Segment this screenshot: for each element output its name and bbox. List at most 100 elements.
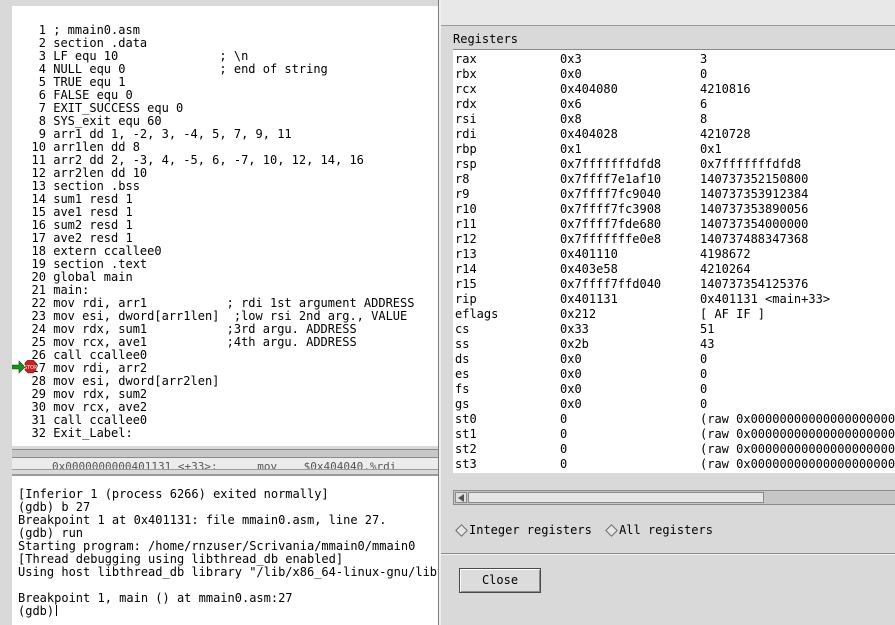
divider <box>441 553 895 555</box>
register-row[interactable]: rdi 0x404028 4210728 <box>453 127 895 142</box>
register-name: rdi <box>455 127 477 141</box>
register-hex-value: 0x1 <box>560 142 582 156</box>
register-row[interactable]: st0 0 (raw 0x00000000000000000000) <box>453 412 895 427</box>
console-prompt[interactable]: (gdb) <box>18 604 58 618</box>
register-natural-value: 140737352150800 <box>700 172 809 186</box>
register-name: rsi <box>455 112 477 126</box>
assembly-line: 0x0000000000401131 <+33>: mov $0x404040,… <box>52 460 397 470</box>
register-row[interactable]: r12 0x7fffffffe0e8 140737488347368 <box>453 232 895 247</box>
register-row[interactable]: cs 0x33 51 <box>453 322 895 337</box>
text-cursor <box>56 605 58 616</box>
registers-horizontal-scrollbar[interactable] <box>453 490 895 505</box>
register-hex-value: 0x7fffffffe0e8 <box>560 232 662 246</box>
register-hex-value: 0x404028 <box>560 127 618 141</box>
register-hex-value: 0 <box>560 412 568 426</box>
gdb-console[interactable]: [Inferior 1 (process 6266) exited normal… <box>12 474 440 625</box>
register-row[interactable]: r13 0x401110 4198672 <box>453 247 895 262</box>
register-name: gs <box>455 397 470 411</box>
register-row[interactable]: r14 0x403e58 4210264 <box>453 262 895 277</box>
source-line[interactable]: 32 Exit_Label: <box>12 427 133 440</box>
register-hex-value: 0x7ffff7fc9040 <box>560 187 662 201</box>
register-natural-value: 4210264 <box>700 262 751 276</box>
register-natural-value: 6 <box>700 97 708 111</box>
register-natural-value: 140737354125376 <box>700 277 809 291</box>
register-natural-value: (raw 0x00000000000000000000) <box>700 427 895 441</box>
register-row[interactable]: r11 0x7ffff7fde680 140737354000000 <box>453 217 895 232</box>
register-row[interactable]: r10 0x7ffff7fc3908 140737353890056 <box>453 202 895 217</box>
registers-titlebar[interactable] <box>441 0 895 26</box>
register-row[interactable]: st1 0 (raw 0x00000000000000000000) <box>453 427 895 442</box>
register-name: rip <box>455 292 477 306</box>
register-hex-value: 0x0 <box>560 67 582 81</box>
source-scrollbar[interactable] <box>12 449 440 458</box>
register-hex-value: 0x7fffffffdfd8 <box>560 157 662 171</box>
register-name: rcx <box>455 82 477 96</box>
line-number: 32 <box>31 426 46 440</box>
register-row[interactable]: rax 0x3 3 <box>453 52 895 67</box>
registers-title: Registers <box>453 32 519 46</box>
register-row[interactable]: fs 0x0 0 <box>453 382 895 397</box>
register-name: rdx <box>455 97 477 111</box>
register-name: eflags <box>455 307 499 321</box>
register-row[interactable]: rsi 0x8 8 <box>453 112 895 127</box>
register-hex-value: 0x6 <box>560 97 582 111</box>
register-row[interactable]: rdx 0x6 6 <box>453 97 895 112</box>
assembly-pane[interactable]: 0x0000000000401131 <+33>: mov $0x404040,… <box>12 458 440 470</box>
register-name: r15 <box>455 277 477 291</box>
register-natural-value: 0 <box>700 367 708 381</box>
register-row[interactable]: r15 0x7ffff7ffd040 140737354125376 <box>453 277 895 292</box>
breakpoint-badge-text: STOP <box>24 365 37 371</box>
register-name: st0 <box>455 412 477 426</box>
register-natural-value: 0x401131 <main+33> <box>700 292 831 306</box>
register-row[interactable]: gs 0x0 0 <box>453 397 895 412</box>
register-row[interactable]: r8 0x7ffff7e1af10 140737352150800 <box>453 172 895 187</box>
breakpoint-stop-icon[interactable]: STOP <box>12 360 40 374</box>
register-row[interactable]: st2 0 (raw 0x00000000000000000000) <box>453 442 895 457</box>
register-hex-value: 0x401131 <box>560 292 618 306</box>
register-name: rsp <box>455 157 477 171</box>
scroll-left-arrow-icon[interactable] <box>455 492 467 503</box>
register-hex-value: 0x8 <box>560 112 582 126</box>
register-natural-value: 43 <box>700 337 715 351</box>
register-name: r8 <box>455 172 470 186</box>
radio-integer-registers[interactable]: Integer registers <box>455 522 592 538</box>
register-row[interactable]: eflags 0x212 [ AF IF ] <box>453 307 895 322</box>
register-natural-value: (raw 0x00000000000000000000) <box>700 442 895 456</box>
register-hex-value: 0x7ffff7ffd040 <box>560 277 662 291</box>
register-row[interactable]: r9 0x7ffff7fc9040 140737353912384 <box>453 187 895 202</box>
register-row[interactable]: rcx 0x404080 4210816 <box>453 82 895 97</box>
registers-table[interactable]: rax 0x3 3 rbx 0x0 0 rcx 0x404080 4210816 rdx 0x6 6 r… <box>453 49 895 473</box>
radio-all-registers[interactable]: All registers <box>605 522 713 538</box>
register-name: ds <box>455 352 470 366</box>
register-hex-value: 0x0 <box>560 382 582 396</box>
register-natural-value: 140737354000000 <box>700 217 809 231</box>
register-row[interactable]: rbx 0x0 0 <box>453 67 895 82</box>
register-row[interactable]: rbp 0x1 0x1 <box>453 142 895 157</box>
register-hex-value: 0x7ffff7e1af10 <box>560 172 662 186</box>
register-hex-value: 0 <box>560 442 568 456</box>
register-name: st2 <box>455 442 477 456</box>
register-name: rbx <box>455 67 477 81</box>
register-row[interactable]: es 0x0 0 <box>453 367 895 382</box>
register-row[interactable]: rsp 0x7fffffffdfd8 0x7fffffffdfd8 <box>453 157 895 172</box>
source-view[interactable]: 1 ; mmain0.asm 2 section .data 3 LF equ 10… <box>12 6 440 446</box>
register-natural-value: 51 <box>700 322 715 336</box>
scrollbar-thumb[interactable] <box>468 492 764 503</box>
register-natural-value: (raw 0x00000000000000000000) <box>700 412 895 426</box>
register-hex-value: 0x212 <box>560 307 597 321</box>
register-row[interactable]: st3 0 (raw 0x00000000000000000000) <box>453 457 895 472</box>
register-name: st3 <box>455 457 477 471</box>
register-name: r10 <box>455 202 477 216</box>
register-row[interactable]: ds 0x0 0 <box>453 352 895 367</box>
register-natural-value: 3 <box>700 52 708 66</box>
register-hex-value: 0x404080 <box>560 82 618 96</box>
register-hex-value: 0x2b <box>560 337 589 351</box>
prompt-text: (gdb) <box>18 604 55 618</box>
close-button[interactable]: Close <box>459 568 541 593</box>
console-line: Breakpoint 1, main () at mmain0.asm:27 <box>18 591 293 605</box>
register-hex-value: 0x403e58 <box>560 262 618 276</box>
register-natural-value: 140737488347368 <box>700 232 809 246</box>
register-row[interactable]: rip 0x401131 0x401131 <main+33> <box>453 292 895 307</box>
register-name: r11 <box>455 217 477 231</box>
register-row[interactable]: ss 0x2b 43 <box>453 337 895 352</box>
